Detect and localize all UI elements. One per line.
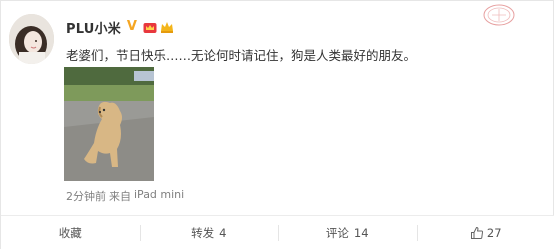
favorite-label: 收藏 [58,226,82,240]
action-bar: 收藏 转发 4 评论 14 27 [1,215,554,249]
post-image[interactable] [64,67,154,181]
like-count: 27 [486,226,502,240]
source-prefix: 来自 [109,190,131,203]
post-meta: 2分钟前 来自 iPad mini [66,188,184,204]
weibo-post-card: PLU小米 V 老婆们，节日快乐……无论何时请记住，狗是人类最好的朋友。 2分钟… [0,0,554,249]
post-text: 老婆们，节日快乐……无论何时请记住，狗是人类最好的朋友。 [66,48,417,63]
vip-crown-icon[interactable] [143,21,157,34]
favorite-button[interactable]: 收藏 [1,216,140,249]
repost-count: 4 [219,226,227,240]
verified-badge-icon[interactable]: V [127,20,141,34]
thumbs-up-icon [470,227,483,239]
post-source[interactable]: iPad mini [134,188,184,204]
comment-button[interactable]: 评论 14 [278,216,417,249]
author-badges: V [127,20,175,34]
comment-label: 评论 [325,226,349,240]
comment-count: 14 [353,226,369,240]
avatar-image [9,14,54,64]
post-header: PLU小米 V [66,18,175,37]
repost-button[interactable]: 转发 4 [139,216,279,249]
repost-label: 转发 [191,226,215,240]
author-name[interactable]: PLU小米 [66,18,121,37]
like-button[interactable]: 27 [416,216,554,249]
dog-photo [64,67,154,181]
level-crown-icon[interactable] [159,20,175,34]
post-time[interactable]: 2分钟前 [66,188,106,204]
avatar[interactable] [9,14,54,64]
stamp-watermark-icon [483,4,515,26]
